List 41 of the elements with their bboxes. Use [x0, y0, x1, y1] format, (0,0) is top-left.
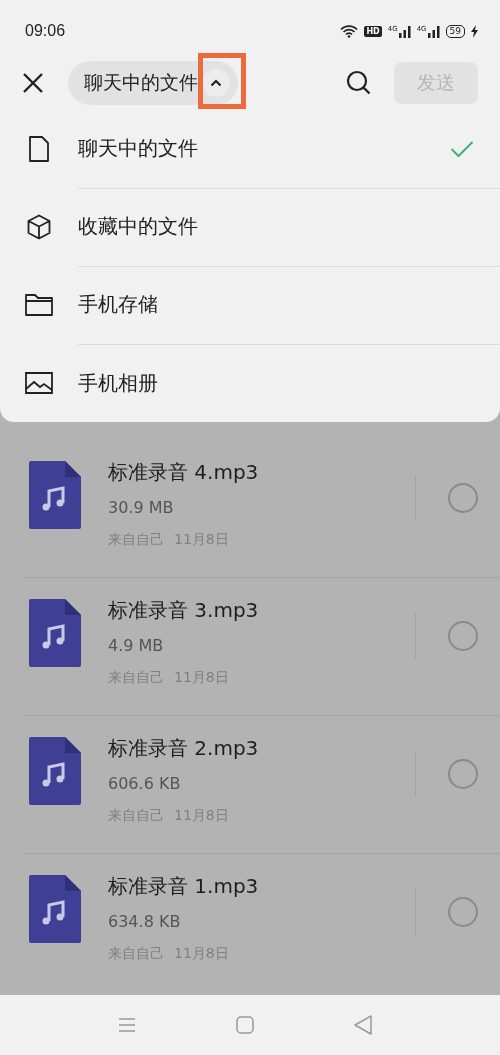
select-radio[interactable]: [448, 483, 478, 513]
source-selector[interactable]: 聊天中的文件: [68, 61, 238, 105]
file-name: 标准录音 2.mp3: [108, 735, 260, 762]
wifi-icon: [340, 24, 359, 38]
select-radio[interactable]: [448, 621, 478, 651]
menu-label: 收藏中的文件: [78, 213, 198, 240]
audio-file-icon: [29, 461, 81, 529]
file-name: 标准录音 4.mp3: [108, 459, 260, 486]
chevron-up-icon: [210, 79, 222, 87]
select-radio[interactable]: [448, 897, 478, 927]
close-icon[interactable]: [22, 72, 44, 94]
menu-icon[interactable]: [118, 1018, 136, 1032]
highlight-frame: [198, 53, 246, 109]
menu-item[interactable]: 聊天中的文件: [0, 110, 500, 188]
audio-file-icon: [29, 737, 81, 805]
menu-item[interactable]: 手机存储: [0, 266, 500, 344]
image-icon: [24, 372, 54, 394]
menu-label: 聊天中的文件: [78, 135, 198, 162]
menu-label: 手机存储: [78, 291, 158, 318]
battery-level: 59: [445, 24, 465, 38]
signal-icon: [398, 24, 411, 38]
menu-label: 手机相册: [78, 369, 158, 397]
audio-file-icon: [29, 599, 81, 667]
bolt-icon: [471, 24, 478, 38]
file-size: 606.6 KB: [108, 774, 182, 793]
hd-badge: HD: [364, 25, 382, 37]
menu-item[interactable]: 手机相册: [0, 344, 500, 422]
folder-icon: [24, 294, 54, 316]
file-size: 634.8 KB: [108, 912, 182, 931]
back-icon[interactable]: [354, 1015, 372, 1035]
select-radio[interactable]: [448, 759, 478, 789]
audio-file-icon: [29, 875, 81, 943]
file-size: 30.9 MB: [108, 498, 175, 517]
file-name: 标准录音 3.mp3: [108, 597, 260, 624]
status-time: 09:06: [25, 22, 66, 40]
file-name: 标准录音 1.mp3: [108, 873, 260, 900]
home-icon[interactable]: [236, 1016, 254, 1034]
search-icon[interactable]: [346, 70, 372, 96]
file-size: 4.9 MB: [108, 636, 165, 655]
signal-icon: [427, 24, 440, 38]
menu-item[interactable]: 收藏中的文件: [0, 188, 500, 266]
